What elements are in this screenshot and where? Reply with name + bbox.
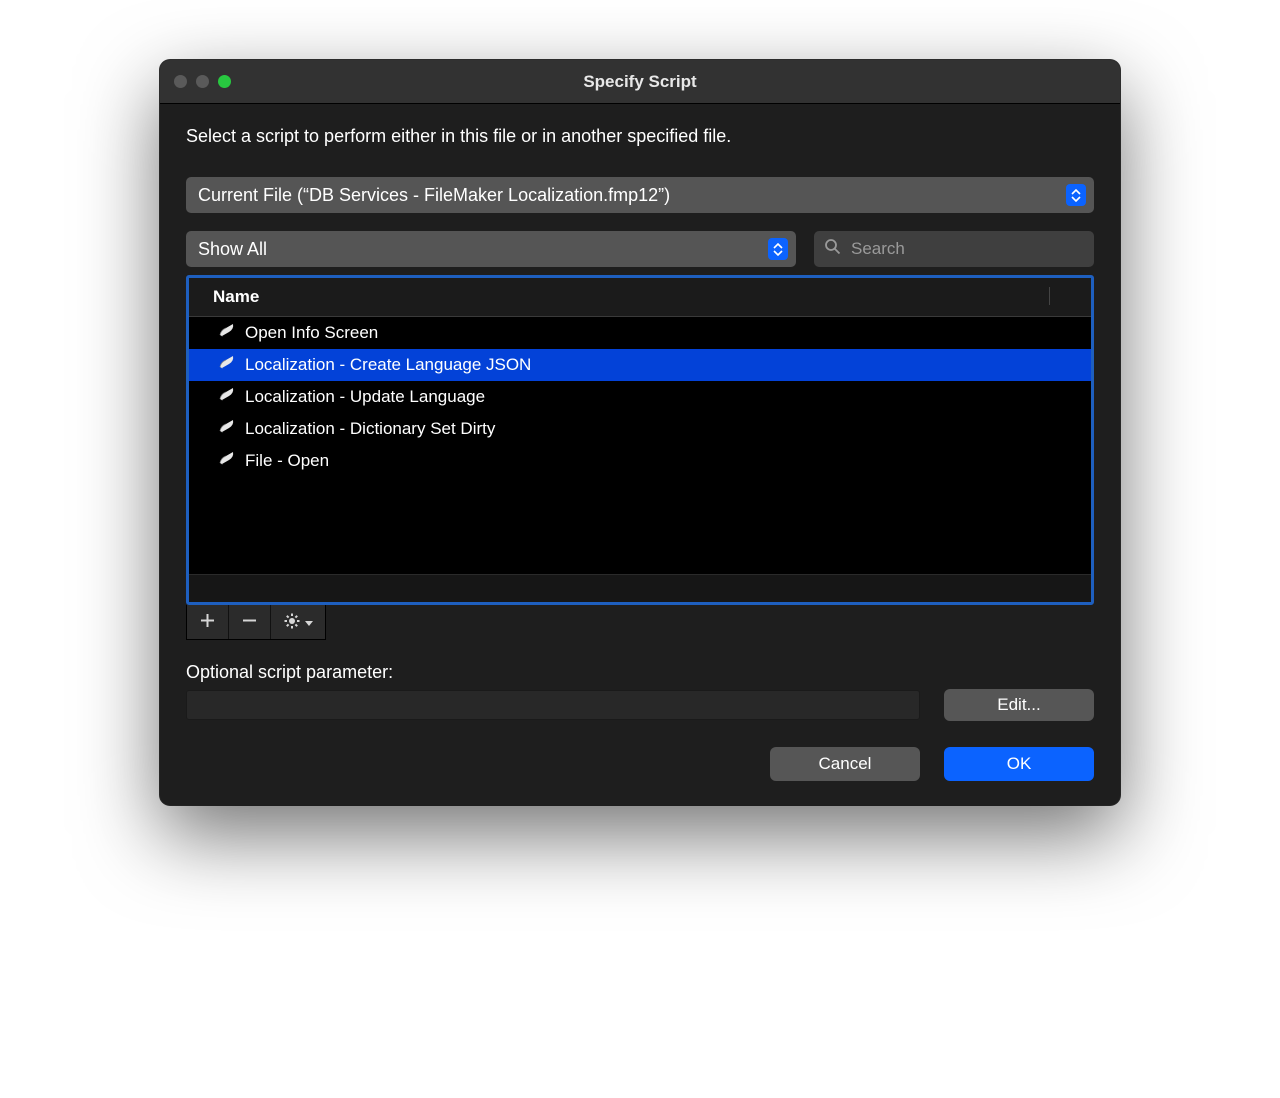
list-item[interactable]: File - Open: [189, 445, 1091, 477]
list-item[interactable]: Localization - Dictionary Set Dirty: [189, 413, 1091, 445]
list-toolbar: [186, 605, 326, 640]
remove-button[interactable]: [229, 605, 271, 639]
window-title: Specify Script: [160, 72, 1120, 92]
chevron-up-down-icon: [768, 238, 788, 260]
cancel-button[interactable]: Cancel: [770, 747, 920, 781]
dialog-window: Specify Script Select a script to perfor…: [160, 60, 1120, 805]
window-controls: [174, 75, 231, 88]
param-label: Optional script parameter:: [186, 662, 1094, 683]
script-icon: [217, 321, 237, 346]
edit-button[interactable]: Edit...: [944, 689, 1094, 721]
list-footer: [189, 574, 1091, 602]
script-list: Name Open Info Screen Localization - Cre…: [186, 275, 1094, 605]
list-item-label: Localization - Update Language: [245, 387, 485, 407]
zoom-window-button[interactable]: [218, 75, 231, 88]
list-header[interactable]: Name: [189, 278, 1091, 317]
close-window-button[interactable]: [174, 75, 187, 88]
script-icon: [217, 353, 237, 378]
param-input[interactable]: [186, 690, 920, 720]
search-input[interactable]: [849, 238, 1084, 260]
titlebar: Specify Script: [160, 60, 1120, 104]
plus-icon: [200, 613, 215, 631]
search-field[interactable]: [814, 231, 1094, 267]
column-divider: [1049, 287, 1091, 305]
list-item-label: Localization - Dictionary Set Dirty: [245, 419, 495, 439]
list-item-label: Localization - Create Language JSON: [245, 355, 531, 375]
gear-menu-button[interactable]: [271, 605, 325, 639]
list-item-label: File - Open: [245, 451, 329, 471]
file-select-popup[interactable]: Current File (“DB Services - FileMaker L…: [186, 177, 1094, 213]
list-item[interactable]: Localization - Create Language JSON: [189, 349, 1091, 381]
file-select-label: Current File (“DB Services - FileMaker L…: [198, 185, 1066, 206]
script-icon: [217, 417, 237, 442]
instruction-text: Select a script to perform either in thi…: [186, 126, 1094, 147]
ok-button[interactable]: OK: [944, 747, 1094, 781]
list-item[interactable]: Localization - Update Language: [189, 381, 1091, 413]
chevron-down-icon: [305, 615, 313, 630]
chevron-up-down-icon: [1066, 184, 1086, 206]
minimize-window-button[interactable]: [196, 75, 209, 88]
add-button[interactable]: [187, 605, 229, 639]
list-body[interactable]: Open Info Screen Localization - Create L…: [189, 317, 1091, 574]
column-name: Name: [213, 287, 1049, 307]
filter-label: Show All: [198, 239, 768, 260]
search-icon: [824, 238, 841, 260]
minus-icon: [242, 613, 257, 631]
script-icon: [217, 449, 237, 474]
list-item[interactable]: Open Info Screen: [189, 317, 1091, 349]
dialog-content: Select a script to perform either in thi…: [160, 104, 1120, 805]
script-icon: [217, 385, 237, 410]
filter-popup[interactable]: Show All: [186, 231, 796, 267]
list-item-label: Open Info Screen: [245, 323, 378, 343]
gear-icon: [284, 613, 302, 632]
